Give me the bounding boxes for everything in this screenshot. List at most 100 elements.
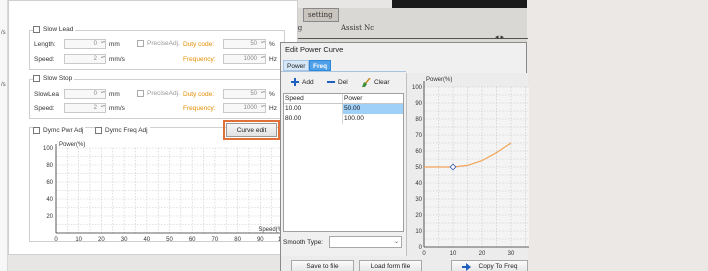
curve-chart-area: 0 10 20 30 40 50 60 70 80 90 100 0 10 20 30 Power(%) [406, 73, 541, 257]
y-tick-label: 20 [46, 214, 53, 220]
table-cell[interactable]: 80.00 [284, 114, 343, 124]
edit-power-curve-dialog: Edit Power Curve Power Freq Add Del Clea… [280, 42, 541, 271]
slow-stop-group [29, 79, 285, 119]
frequency-unit: Hz [269, 56, 277, 63]
arrow-right-icon [461, 262, 471, 271]
y-tick-label: 80 [415, 117, 422, 123]
y-axis-label: Power(%) [426, 77, 452, 83]
tab-freq[interactable]: Freq [309, 60, 332, 71]
x-tick-label: 50 [166, 237, 173, 242]
precise-adj-checkbox[interactable]: PreciseAdj. [137, 40, 182, 47]
curve-edit-highlight: Curve edit [223, 120, 280, 140]
slowlead-label: SlowLea [34, 91, 59, 98]
speed-unit: mm/s [109, 105, 125, 112]
table-cell[interactable]: 100.00 [343, 114, 403, 124]
checkbox-icon [33, 127, 40, 134]
slow-lead-label: Slow Lead [43, 26, 74, 33]
slowstop-precise-adj-checkbox[interactable]: PreciseAdj. [137, 90, 182, 97]
length-input[interactable]: 0 [64, 39, 106, 49]
load-from-file-button[interactable]: Load form file [359, 260, 422, 271]
plus-icon [291, 78, 299, 86]
y-tick-label: 80 [46, 163, 53, 169]
delete-label: Del [338, 78, 348, 86]
speed-label: Speed: [34, 105, 55, 112]
duty-code-label: Duty code: [183, 41, 215, 48]
power-curve-chart[interactable]: 01020304050607080901000 10 20 30Power(%) [407, 73, 541, 257]
checkbox-icon [33, 75, 40, 82]
y-axis-label: Power(%) [59, 142, 85, 148]
edge-mark: /s [1, 82, 6, 88]
precise-adj-label: PreciseAdj. [147, 90, 180, 97]
y-tick-label: 40 [415, 181, 422, 187]
minus-icon [327, 81, 335, 83]
frequency-unit: Hz [269, 105, 277, 112]
precise-adj-label: PreciseAdj. [147, 40, 180, 47]
save-to-file-button[interactable]: Save to file [291, 260, 354, 271]
copy-to-freq-button[interactable]: Copy To Freq [451, 260, 528, 271]
slowstop-length-input[interactable]: 0 [64, 89, 106, 99]
left-edge-strip: /s /s [0, 0, 8, 271]
length-unit: mm [109, 91, 120, 98]
curve-point-table: Speed Power 10.00 50.00 80.00 100.00 [283, 93, 404, 232]
settings-panel: Slow Lead Length: 0 mm PreciseAdj. Duty … [8, 0, 298, 255]
y-tick-label: 100 [412, 85, 423, 91]
dymc-pwr-label: Dymc Pwr Adj [43, 127, 84, 134]
add-button[interactable]: Add [291, 78, 314, 86]
smooth-type-select[interactable]: ⌄ [329, 236, 402, 248]
tab-power[interactable]: Power [283, 60, 310, 71]
bg-tab-setting-label: setting [308, 11, 333, 19]
dymc-freq-label: Dymc Freq Adj [105, 127, 148, 134]
y-tick-label: 60 [46, 180, 53, 186]
x-tick-label: 70 [212, 237, 219, 242]
bg-tab-assist[interactable]: Assist Nc [341, 24, 374, 32]
desktop-background [527, 0, 708, 271]
smooth-type-label: Smooth Type: [283, 239, 323, 246]
y-tick-label: 10 [415, 229, 422, 235]
slowstop-duty-input[interactable]: 50 [223, 89, 266, 99]
x-tick-label: 10 [75, 237, 82, 242]
dymc-freq-checkbox[interactable]: Dymc Freq Adj [95, 127, 150, 134]
frequency-input[interactable]: 1000 [223, 54, 266, 64]
slowstop-speed-input[interactable]: 2 [64, 103, 106, 113]
column-header-speed[interactable]: Speed [284, 94, 343, 104]
checkbox-icon [137, 40, 144, 47]
clear-label: Clear [374, 79, 390, 86]
y-tick-label: 100 [43, 146, 54, 152]
checkbox-icon [95, 127, 102, 134]
delete-button[interactable]: Del [327, 78, 348, 86]
slow-lead-checkbox[interactable]: Slow Lead [33, 26, 76, 33]
slow-stop-checkbox[interactable]: Slow Stop [33, 75, 75, 82]
bg-tab-setting[interactable]: setting [303, 8, 339, 22]
x-tick-label: 80 [234, 237, 241, 242]
dialog-title: Edit Power Curve [285, 45, 344, 54]
slow-stop-label: Slow Stop [43, 75, 73, 82]
table-cell[interactable]: 10.00 [284, 104, 343, 114]
x-tick-label: 30 [121, 237, 128, 242]
slowstop-frequency-input[interactable]: 1000 [223, 103, 266, 113]
copy-to-freq-label: Copy To Freq [478, 263, 518, 270]
y-tick-label: 50 [415, 165, 422, 171]
edge-mark: /s [1, 30, 6, 36]
background-window: setting ing Assist Nc ◂ ▸ [291, 8, 528, 42]
length-label: Length: [34, 41, 56, 48]
x-tick-label: 40 [143, 237, 150, 242]
y-tick-label: 20 [415, 213, 422, 219]
x-tick-label: 60 [189, 237, 196, 242]
checkbox-icon [33, 26, 40, 33]
duty-code-input[interactable]: 50 [223, 39, 266, 49]
clear-button[interactable]: Clear [362, 78, 390, 87]
frequency-label: Frequency: [183, 56, 216, 63]
y-tick-label: 70 [415, 133, 422, 139]
speed-input[interactable]: 2 [64, 54, 106, 64]
y-tick-label: 60 [415, 149, 422, 155]
y-tick-label: 40 [46, 197, 53, 203]
checkbox-icon [137, 90, 144, 97]
broom-icon [362, 78, 371, 87]
dialog-button-bar: Save to file Load form file Copy To Freq [281, 256, 528, 271]
table-cell-selected[interactable]: 50.00 [343, 104, 403, 114]
x-tick-label: 90 [257, 237, 264, 242]
speed-unit: mm/s [109, 56, 125, 63]
dymc-pwr-checkbox[interactable]: Dymc Pwr Adj [33, 127, 86, 134]
curve-edit-button[interactable]: Curve edit [226, 123, 277, 137]
column-header-power[interactable]: Power [343, 94, 403, 104]
